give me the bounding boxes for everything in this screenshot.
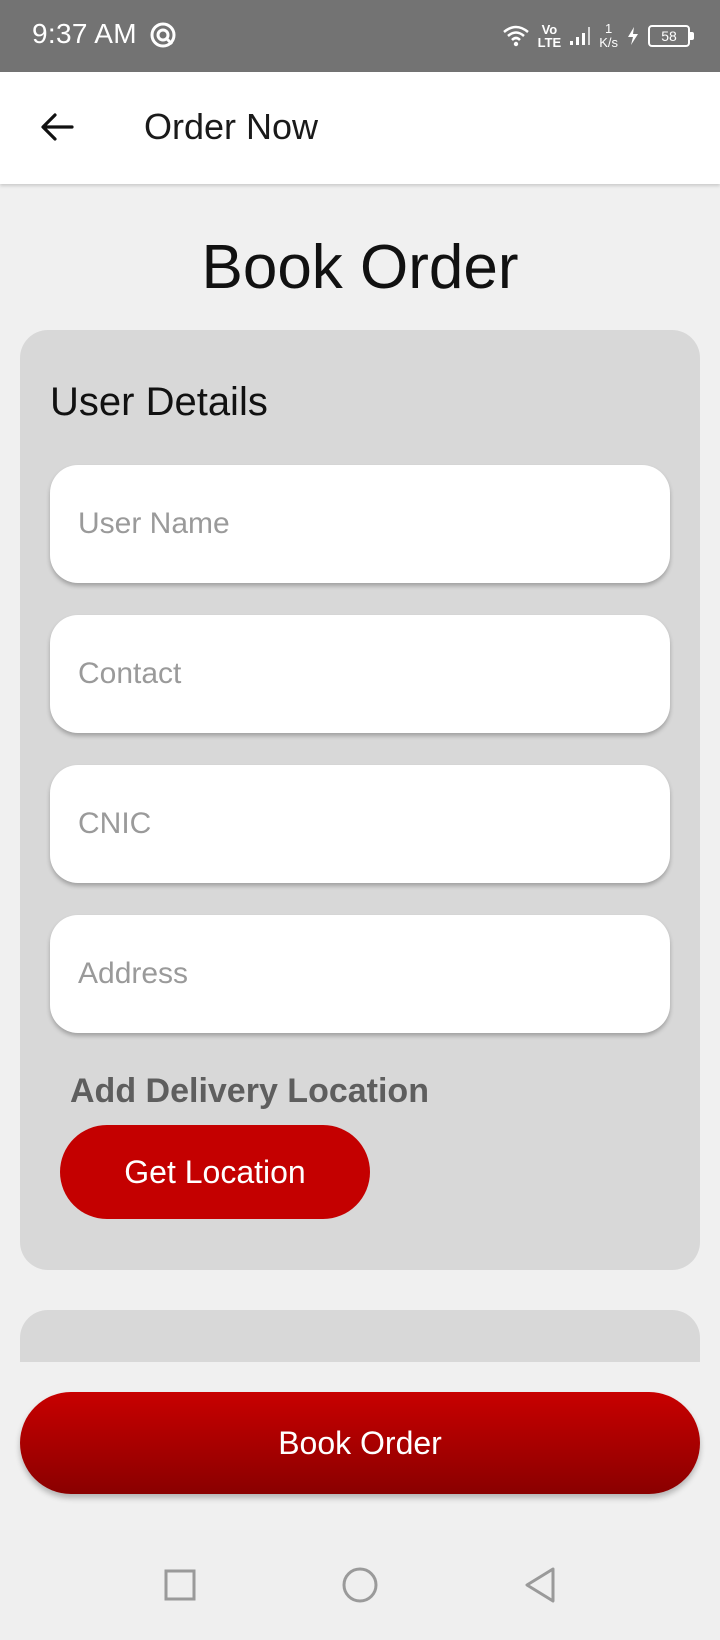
user-name-field-container: [50, 465, 670, 583]
triangle-back-icon: [525, 1567, 555, 1603]
signal-icon: [569, 25, 591, 47]
speed-unit: K/s: [599, 35, 618, 50]
app-bar: Order Now: [0, 72, 720, 184]
second-card-partial: [20, 1310, 700, 1362]
home-button[interactable]: [335, 1560, 385, 1610]
wifi-icon: [502, 24, 530, 48]
page-title: Book Order: [201, 233, 519, 302]
book-order-button[interactable]: Book Order: [20, 1392, 700, 1494]
sync-icon: [148, 20, 178, 50]
status-time: 9:37 AM: [32, 18, 137, 49]
app-bar-title: Order Now: [144, 106, 319, 147]
user-name-input[interactable]: [50, 465, 670, 583]
address-field-container: [50, 915, 670, 1033]
circle-home-icon: [342, 1567, 378, 1603]
volte-bottom: LTE: [537, 35, 562, 50]
contact-input[interactable]: [50, 615, 670, 733]
arrow-left-icon: [41, 113, 74, 141]
cnic-input[interactable]: [50, 765, 670, 883]
charging-icon: [626, 26, 640, 46]
recents-button[interactable]: [155, 1560, 205, 1610]
square-recents-icon: [164, 1569, 196, 1601]
status-bar: 9:37 AM Vo LTE 1 K/s 58: [0, 0, 720, 72]
cnic-field-container: [50, 765, 670, 883]
battery-icon: 58: [648, 25, 694, 47]
network-speed: 1 K/s: [599, 22, 618, 50]
address-input[interactable]: [50, 915, 670, 1033]
user-details-card: User Details Add Delivery Location Get L…: [20, 330, 700, 1270]
status-icons: Vo LTE 1 K/s 58: [502, 16, 694, 56]
get-location-button[interactable]: Get Location: [60, 1125, 370, 1219]
back-button[interactable]: [30, 100, 84, 154]
back-nav-button[interactable]: [515, 1560, 565, 1610]
delivery-location-label: Add Delivery Location: [70, 1072, 429, 1110]
system-nav-bar: [0, 1530, 720, 1640]
contact-field-container: [50, 615, 670, 733]
speed-value: 1: [604, 21, 613, 36]
user-details-title: User Details: [50, 380, 268, 424]
volte-indicator: Vo LTE: [538, 23, 562, 49]
